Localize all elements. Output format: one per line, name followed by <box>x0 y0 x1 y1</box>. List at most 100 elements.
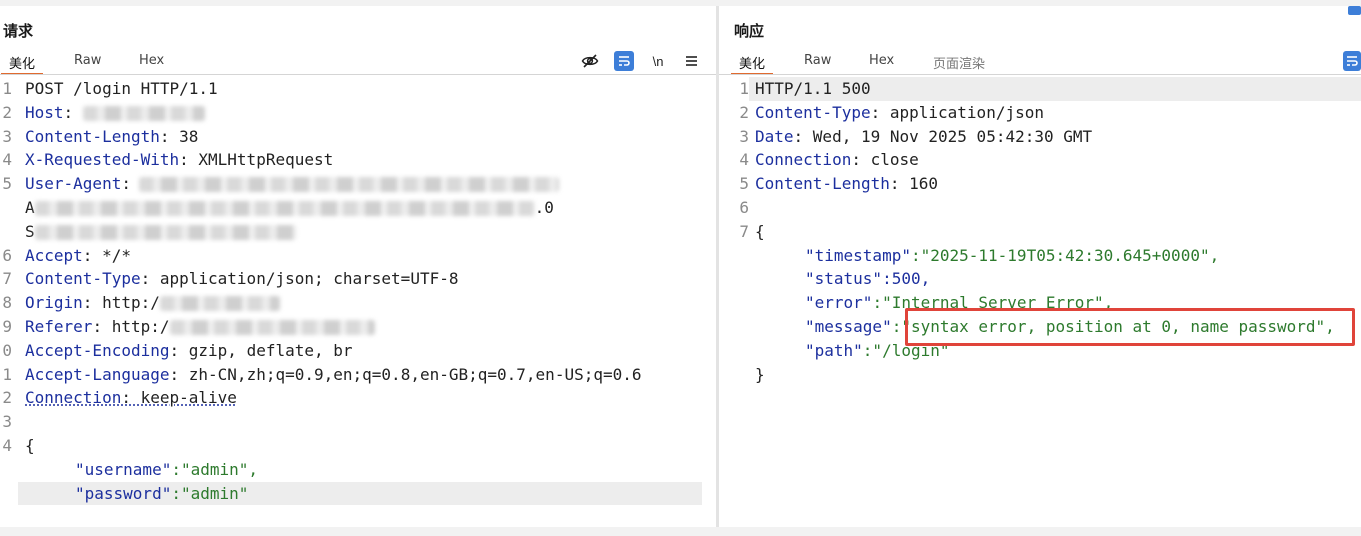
header-key: Content-Length <box>755 174 890 194</box>
header-key: Host <box>25 102 64 122</box>
code-line: 3 <box>0 410 716 434</box>
redacted-block <box>169 319 375 335</box>
json-key: "error" <box>805 293 873 313</box>
line-number: 1 <box>2 79 12 98</box>
wrap-icon[interactable] <box>614 51 634 71</box>
header-key: Content-Type <box>755 102 871 122</box>
request-title: 请求 <box>3 22 34 40</box>
line-number: 3 <box>739 126 749 146</box>
json-value: :500, <box>882 269 931 289</box>
code-line: "path":"/login" <box>719 339 1361 363</box>
code-line: S <box>0 220 716 244</box>
header-value: : http:/ <box>92 316 170 336</box>
line-number: 5 <box>2 174 12 194</box>
json-value: :"admin", <box>171 459 259 479</box>
header-value: : zh-CN,zh;q=0.9,en;q=0.8,en-GB;q=0.7,en… <box>169 364 642 384</box>
line-number: 5 <box>739 174 749 194</box>
code-line: "message":"syntax error, position at 0, … <box>719 315 1361 339</box>
json-value: :"syntax error, position at 0, name pass… <box>891 316 1335 336</box>
redacted-block <box>34 200 535 216</box>
header-key: X-Requested-With <box>25 150 180 170</box>
code-line: } <box>719 363 1361 387</box>
line-text: POST /login HTTP/1.1 <box>25 79 218 98</box>
line-number: 0 <box>2 340 12 360</box>
json-key: "password" <box>75 483 172 503</box>
tab-render[interactable]: 页面渲染 <box>933 53 985 72</box>
line-number: 6 <box>2 245 12 265</box>
request-editor[interactable]: 1 POST /login HTTP/1.1 2 Host: 3 Content-Le… <box>0 77 716 506</box>
line-number: 4 <box>2 435 12 455</box>
code-line-current: "password":"admin" <box>0 481 716 506</box>
line-text: } <box>755 364 765 384</box>
code-line: 3 Content-Length: 38 <box>0 125 716 149</box>
tab-raw[interactable]: Raw <box>804 53 831 68</box>
header-value: : http:/ <box>82 293 160 313</box>
wrapped-text: .0 <box>534 197 554 217</box>
redacted-block <box>159 296 280 312</box>
line-number: 1 <box>2 364 12 384</box>
tab-pretty[interactable]: 美化 <box>0 53 44 75</box>
eye-off-icon[interactable] <box>580 51 600 71</box>
header-key: Origin <box>25 293 83 313</box>
request-tabs: 美化 Raw Hex \n <box>0 50 716 75</box>
response-title: 响应 <box>734 22 765 40</box>
code-line: 5 User-Agent: <box>0 172 716 196</box>
line-text: HTTP/1.1 500 <box>755 79 871 98</box>
header-value: : application/json <box>870 102 1044 122</box>
code-line: A .0 <box>0 196 716 220</box>
code-line: 5 Content-Length: 160 <box>719 172 1361 196</box>
header-key: Connection <box>755 150 852 170</box>
code-line: 8 Origin: http:/ <box>0 291 716 315</box>
header-key: Accept-Encoding <box>25 340 170 360</box>
code-line: 2 Connection: keep-alive <box>0 386 716 410</box>
line-text: { <box>25 435 35 455</box>
line-number: 6 <box>739 197 749 217</box>
line-number: 1 <box>739 79 749 98</box>
tab-hex[interactable]: Hex <box>869 53 894 68</box>
tab-divider <box>0 74 716 75</box>
line-number: 3 <box>2 412 12 432</box>
wrapped-text: S <box>25 221 35 241</box>
header-value: : <box>121 174 131 194</box>
header-value: : gzip, deflate, br <box>169 340 353 360</box>
header-key: Connection <box>25 388 122 408</box>
header-key: User-Agent <box>25 174 122 194</box>
json-key: "status" <box>805 269 883 289</box>
code-line: 6 Accept: */* <box>0 244 716 268</box>
code-line: 4 Connection: close <box>719 148 1361 172</box>
header-value: : keep-alive <box>121 388 237 408</box>
header-value: : 160 <box>889 174 939 194</box>
header-value: : application/json; charset=UTF-8 <box>140 269 459 289</box>
header-key: Accept-Language <box>25 364 170 384</box>
line-number: 8 <box>2 293 12 313</box>
scroll-indicator <box>1348 6 1361 15</box>
code-line: "error":"Internal Server Error", <box>719 291 1361 315</box>
tab-divider <box>719 74 1361 75</box>
line-number: 4 <box>739 150 749 170</box>
json-key: "timestamp" <box>805 245 911 265</box>
menu-icon[interactable] <box>681 51 701 71</box>
response-editor[interactable]: 1 HTTP/1.1 500 2 Content-Type: application… <box>719 77 1361 386</box>
wrap-icon[interactable] <box>1343 51 1361 71</box>
header-key: Content-Type <box>25 269 141 289</box>
line-number: 7 <box>2 269 12 289</box>
tab-hex[interactable]: Hex <box>139 53 164 68</box>
code-line: 4{ <box>0 434 716 458</box>
line-number: 3 <box>2 126 12 146</box>
code-line: 9 Referer: http:/ <box>0 315 716 339</box>
newline-toggle[interactable]: \n <box>648 51 668 71</box>
line-number: 7 <box>739 221 749 241</box>
tab-raw[interactable]: Raw <box>74 53 101 68</box>
json-key: "username" <box>75 459 172 479</box>
header-value: : <box>63 102 83 122</box>
code-line: 4 X-Requested-With: XMLHttpRequest <box>0 148 716 172</box>
code-line: 0 Accept-Encoding: gzip, deflate, br <box>0 339 716 363</box>
tab-pretty[interactable]: 美化 <box>730 53 774 75</box>
line-number: 2 <box>2 388 12 408</box>
header-key: Content-Length <box>25 126 160 146</box>
code-line: "status":500, <box>719 267 1361 291</box>
code-line: 1 POST /login HTTP/1.1 <box>0 77 716 101</box>
wrapped-text: A <box>25 197 35 217</box>
code-line-current: 1 HTTP/1.1 500 <box>719 77 1361 101</box>
code-line: "timestamp":"2025-11-19T05:42:30.645+000… <box>719 244 1361 268</box>
